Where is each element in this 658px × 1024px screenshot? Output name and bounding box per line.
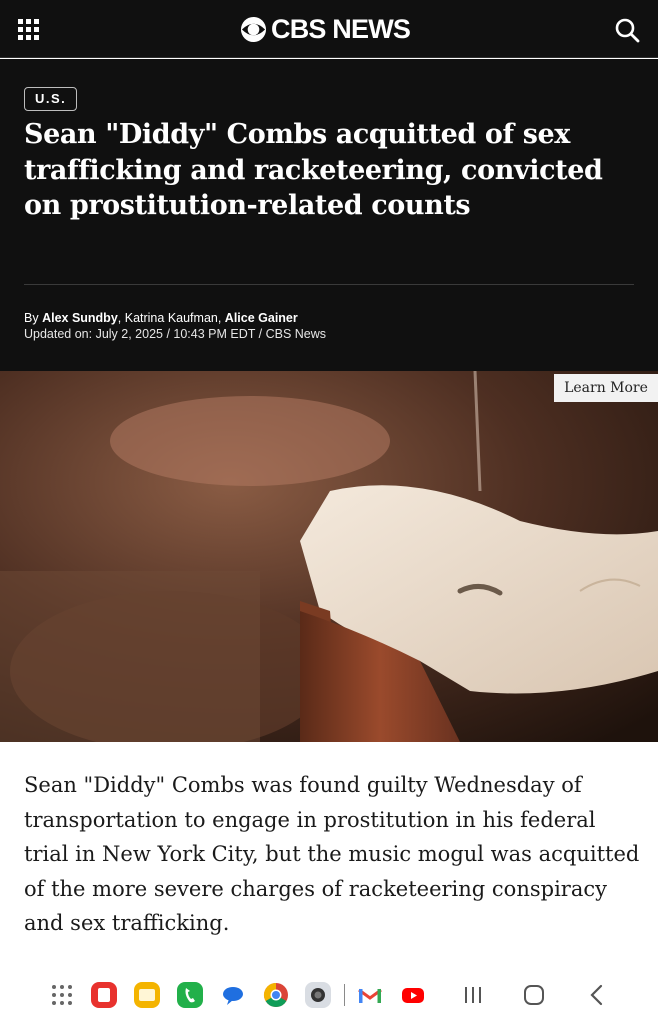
grid-menu-icon[interactable] <box>18 19 39 40</box>
app-drawer-icon[interactable] <box>48 981 76 1009</box>
updated-timestamp: Updated on: July 2, 2025 / 10:43 PM EDT … <box>24 327 327 341</box>
recents-button[interactable] <box>462 984 484 1006</box>
top-bar: CBS NEWS <box>0 0 658 58</box>
cbs-news-logo[interactable]: CBS NEWS <box>240 12 411 46</box>
cbs-eye-icon <box>240 16 267 42</box>
system-nav-bar <box>0 962 658 1024</box>
messages-app-icon[interactable] <box>219 981 247 1009</box>
notes-app-icon[interactable] <box>90 981 118 1009</box>
author-link[interactable]: Alex Sundby <box>42 311 118 325</box>
search-icon[interactable] <box>614 17 640 43</box>
hero-image <box>0 371 658 742</box>
gmail-app-icon[interactable] <box>356 981 384 1009</box>
learn-more-button[interactable]: Learn More <box>554 374 658 402</box>
author-name: Katrina Kaufman <box>124 311 218 325</box>
article-headline: Sean "Diddy" Combs acquitted of sex traf… <box>24 119 603 221</box>
youtube-app-icon[interactable] <box>399 981 427 1009</box>
files-app-icon[interactable] <box>133 981 161 1009</box>
article-body: Sean "Diddy" Combs was found guilty Wedn… <box>24 773 640 935</box>
home-button[interactable] <box>523 984 545 1006</box>
brand-name: CBS NEWS <box>271 13 411 44</box>
chrome-app-icon[interactable] <box>262 981 290 1009</box>
article-header: U.S. Sean "Diddy" Combs acquitted of sex… <box>0 59 658 371</box>
hero-video[interactable]: Learn More <box>0 371 658 742</box>
header-divider <box>24 284 634 285</box>
byline: By Alex Sundby, Katrina Kaufman, Alice G… <box>24 311 298 325</box>
phone-app-icon[interactable] <box>176 981 204 1009</box>
section-tag[interactable]: U.S. <box>24 87 78 111</box>
dock-separator <box>344 984 345 1006</box>
byline-prefix: By <box>24 311 43 325</box>
author-link[interactable]: Alice Gainer <box>225 311 298 325</box>
camera-app-icon[interactable] <box>304 981 332 1009</box>
back-button[interactable] <box>586 984 608 1006</box>
